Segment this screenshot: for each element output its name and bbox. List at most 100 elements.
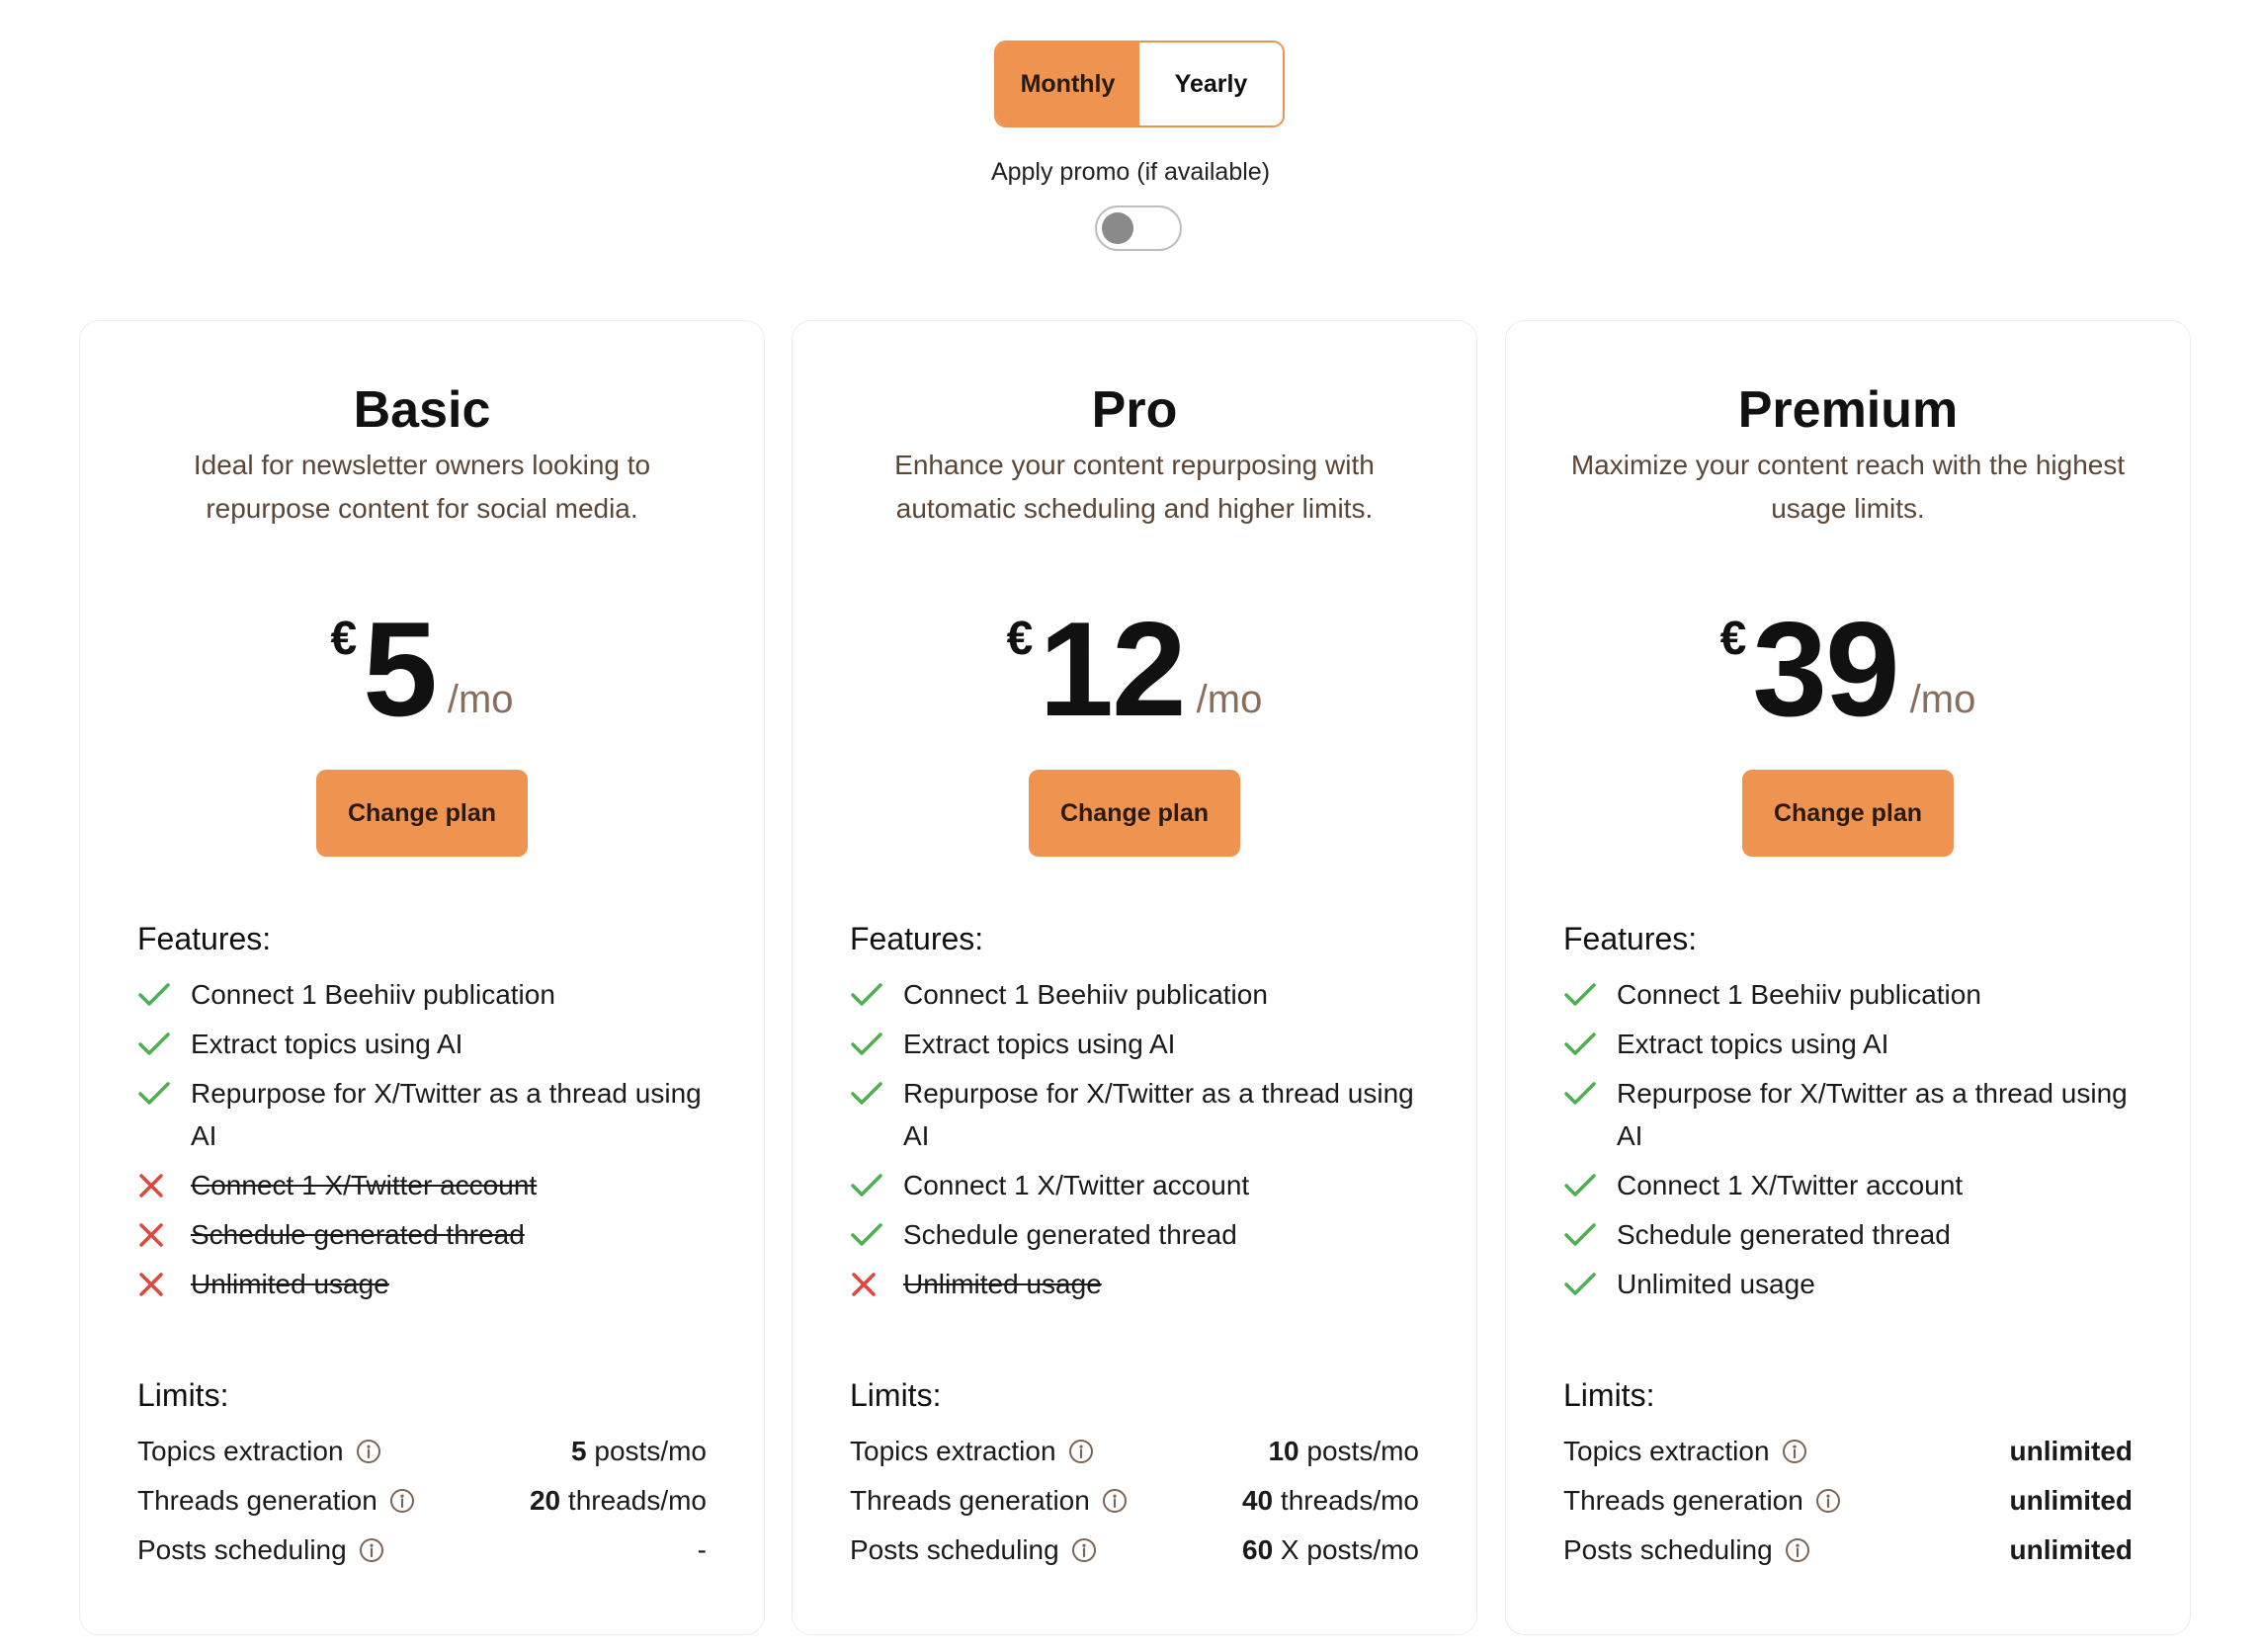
limit-label-wrap: Posts scheduling <box>1563 1534 1810 1566</box>
check-icon <box>1563 1023 1603 1065</box>
feature-item: Connect 1 X/Twitter account <box>850 1164 1437 1206</box>
limit-value: unlimited <box>2010 1534 2133 1566</box>
feature-item: Connect 1 X/Twitter account <box>1563 1164 2150 1206</box>
limit-row: Threads generation 20 threads/mo <box>137 1476 707 1526</box>
limit-value-unit: posts/mo <box>586 1436 707 1466</box>
feature-text: Schedule generated thread <box>191 1219 525 1250</box>
feature-item: Repurpose for X/Twitter as a thread usin… <box>850 1072 1437 1157</box>
info-icon[interactable] <box>1068 1439 1094 1464</box>
limit-value: 5 posts/mo <box>571 1436 707 1467</box>
feature-item: Connect 1 Beehiiv publication <box>137 973 724 1016</box>
change-plan-button[interactable]: Change plan <box>1029 770 1240 857</box>
feature-item: Extract topics using AI <box>1563 1023 2150 1065</box>
plan-card-pro: Pro Enhance your content repurposing wit… <box>792 320 1477 1635</box>
features-heading: Features: <box>850 921 984 956</box>
limit-value-unit: X posts/mo <box>1273 1534 1419 1565</box>
limit-value-unit: threads/mo <box>1273 1485 1419 1516</box>
limit-row: Posts scheduling - <box>137 1526 707 1575</box>
feature-item: Unlimited usage <box>1563 1263 2150 1305</box>
features-list: Connect 1 Beehiiv publication Extract top… <box>850 973 1437 1312</box>
yearly-option[interactable]: Yearly <box>1139 42 1283 125</box>
billing-period-toggle: Monthly Yearly <box>994 41 1285 127</box>
feature-text: Schedule generated thread <box>1617 1219 1951 1250</box>
feature-text: Extract topics using AI <box>191 1029 463 1059</box>
currency-symbol: € <box>1719 613 1747 665</box>
limit-row: Threads generation 40 threads/mo <box>850 1476 1419 1526</box>
price-amount: 5 <box>363 594 438 744</box>
limit-label: Threads generation <box>1563 1485 1803 1516</box>
limits-heading: Limits: <box>1563 1377 1655 1413</box>
features-heading: Features: <box>137 921 272 956</box>
features-list: Connect 1 Beehiiv publication Extract top… <box>1563 973 2150 1312</box>
limit-value-unit: threads/mo <box>560 1485 707 1516</box>
check-icon <box>850 1023 889 1065</box>
limit-value: 20 threads/mo <box>530 1485 707 1517</box>
feature-item: Schedule generated thread <box>1563 1213 2150 1256</box>
info-icon[interactable] <box>1815 1488 1841 1514</box>
feature-item: Extract topics using AI <box>137 1023 724 1065</box>
limit-value: unlimited <box>2010 1436 2133 1467</box>
limits-list: Topics extraction 5 posts/mo Threads gen… <box>137 1427 707 1575</box>
plan-card-premium: Premium Maximize your content reach with… <box>1505 320 2191 1635</box>
info-icon[interactable] <box>1785 1537 1810 1563</box>
check-icon <box>850 1164 889 1206</box>
feature-text: Repurpose for X/Twitter as a thread usin… <box>191 1078 702 1151</box>
feature-text: Connect 1 Beehiiv publication <box>191 979 555 1010</box>
info-icon[interactable] <box>1071 1537 1097 1563</box>
limit-value-number: unlimited <box>2009 1436 2133 1466</box>
limit-label: Posts scheduling <box>137 1534 347 1565</box>
info-icon[interactable] <box>1102 1488 1128 1514</box>
limit-label-wrap: Posts scheduling <box>850 1534 1097 1566</box>
plan-price: € 39 /mo <box>1506 588 2190 736</box>
info-icon[interactable] <box>1782 1439 1807 1464</box>
info-icon[interactable] <box>389 1488 415 1514</box>
limit-label: Threads generation <box>137 1485 377 1516</box>
change-plan-button[interactable]: Change plan <box>316 770 528 857</box>
feature-text: Connect 1 X/Twitter account <box>903 1170 1250 1200</box>
limit-value-number: 10 <box>1268 1436 1299 1466</box>
feature-text: Repurpose for X/Twitter as a thread usin… <box>1617 1078 2128 1151</box>
feature-item: Schedule generated thread <box>850 1213 1437 1256</box>
limit-row: Topics extraction unlimited <box>1563 1427 2133 1476</box>
feature-item: Connect 1 Beehiiv publication <box>1563 973 2150 1016</box>
limits-list: Topics extraction 10 posts/mo Threads ge… <box>850 1427 1419 1575</box>
check-icon <box>1563 973 1603 1016</box>
feature-text: Connect 1 Beehiiv publication <box>903 979 1268 1010</box>
check-icon <box>850 1072 889 1115</box>
plan-price: € 12 /mo <box>793 588 1476 736</box>
feature-item: Repurpose for X/Twitter as a thread usin… <box>1563 1072 2150 1157</box>
limit-value-unit: - <box>697 1534 707 1565</box>
check-icon <box>137 1023 177 1065</box>
feature-text: Unlimited usage <box>903 1269 1102 1299</box>
limit-label: Topics extraction <box>1563 1436 1770 1466</box>
plan-description: Ideal for newsletter owners looking to r… <box>193 450 651 524</box>
info-icon[interactable] <box>359 1537 384 1563</box>
plan-price: € 5 /mo <box>80 588 764 736</box>
features-list: Connect 1 Beehiiv publication Extract top… <box>137 973 724 1312</box>
feature-text: Connect 1 Beehiiv publication <box>1617 979 1981 1010</box>
limit-row: Topics extraction 10 posts/mo <box>850 1427 1419 1476</box>
limit-value-number: 60 <box>1242 1534 1274 1565</box>
info-icon[interactable] <box>356 1439 381 1464</box>
change-plan-button[interactable]: Change plan <box>1742 770 1954 857</box>
limit-value-number: 20 <box>529 1485 561 1516</box>
feature-text: Unlimited usage <box>1617 1269 1815 1299</box>
plan-card-basic: Basic Ideal for newsletter owners lookin… <box>79 320 765 1635</box>
check-icon <box>850 973 889 1016</box>
limit-value-unit: posts/mo <box>1298 1436 1419 1466</box>
limit-label: Posts scheduling <box>1563 1534 1773 1565</box>
cross-icon <box>850 1263 889 1305</box>
feature-text: Connect 1 X/Twitter account <box>1617 1170 1964 1200</box>
limit-value-number: unlimited <box>2009 1485 2133 1516</box>
limit-value-number: unlimited <box>2009 1534 2133 1565</box>
check-icon <box>1563 1072 1603 1115</box>
cross-icon <box>137 1263 177 1305</box>
promo-switch[interactable] <box>1095 206 1182 251</box>
price-period: /mo <box>447 678 514 721</box>
price-amount: 12 <box>1039 594 1186 744</box>
feature-item: Repurpose for X/Twitter as a thread usin… <box>137 1072 724 1157</box>
cross-icon <box>137 1164 177 1206</box>
monthly-option[interactable]: Monthly <box>996 42 1139 125</box>
feature-text: Extract topics using AI <box>1617 1029 1889 1059</box>
limits-list: Topics extraction unlimited Threads gene… <box>1563 1427 2133 1575</box>
